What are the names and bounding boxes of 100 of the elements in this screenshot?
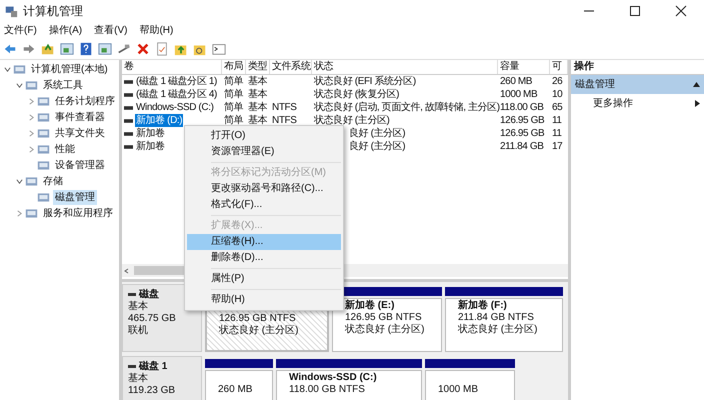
menu-item[interactable]: 文件(F): [4, 23, 37, 38]
menu-option[interactable]: 更改驱动器号和路径(C)...: [187, 181, 341, 197]
menu-option[interactable]: 资源管理器(E): [187, 144, 341, 160]
folder-icon: [25, 78, 38, 92]
disk-name: 磁盘 1: [139, 361, 168, 372]
panel-icon[interactable]: [98, 42, 112, 56]
table-cell: 良好 (主分区): [349, 127, 406, 140]
delete-icon[interactable]: [136, 42, 150, 56]
table-cell: 11: [552, 127, 562, 140]
chevron-down-icon[interactable]: [4, 66, 11, 72]
table-cell[interactable]: (磁盘 1 磁盘分区 1): [135, 75, 218, 88]
table-cell: 状态良好 (启动, 页面文件, 故障转储, 主分区): [314, 101, 500, 114]
panel-icon[interactable]: [60, 42, 74, 56]
tree-item[interactable]: 系统工具: [41, 78, 85, 92]
tree-item[interactable]: 共享文件夹: [53, 126, 107, 140]
chevron-down-icon[interactable]: [16, 178, 23, 184]
action-item[interactable]: 磁盘管理: [571, 75, 704, 94]
menu-option[interactable]: 打开(O): [187, 128, 341, 144]
partition-size: 118.00 GB NTFS: [289, 384, 366, 396]
folder-icon: [13, 62, 26, 76]
column-header[interactable]: 布局: [222, 60, 246, 74]
forward-arrow-icon[interactable]: [22, 42, 36, 56]
table-cell: 260 MB: [500, 75, 532, 88]
chevron-right-icon[interactable]: [16, 210, 23, 216]
table-cell: 简单: [224, 75, 244, 88]
menu-option[interactable]: 属性(P): [187, 271, 341, 287]
table-cell[interactable]: (磁盘 1 磁盘分区 4): [135, 88, 218, 101]
partition-name: 新加卷 (F:): [458, 300, 508, 312]
chevron-right-icon[interactable]: [28, 98, 35, 104]
folder-up-icon[interactable]: [41, 42, 55, 56]
table-cell: 10: [552, 88, 562, 101]
disk-size: 465.75 GB: [128, 313, 177, 324]
table-cell: 126.95 GB: [500, 114, 544, 127]
column-header[interactable]: 状态: [312, 60, 498, 74]
tree-item[interactable]: 事件查看器: [53, 110, 107, 124]
partition-box[interactable]: 新加卷 (E:) 126.95 GB NTFS 状态良好 (主分区): [332, 298, 442, 352]
column-header[interactable]: 卷: [122, 60, 222, 74]
chevron-right-icon[interactable]: [28, 146, 35, 152]
table-cell: 简单: [224, 88, 244, 101]
tree-item[interactable]: 服务和应用程序: [41, 206, 115, 220]
tree-item[interactable]: 任务计划程序: [53, 94, 117, 108]
console-icon[interactable]: [212, 42, 226, 56]
table-cell[interactable]: 新加卷: [135, 127, 166, 140]
column-header[interactable]: 可: [550, 60, 568, 74]
table-cell: NTFS: [272, 101, 297, 114]
table-cell: 状态良好 (主分区): [314, 114, 390, 127]
partition-box[interactable]: 新加卷 (F:) 211.84 GB NTFS 状态良好 (主分区): [445, 298, 563, 352]
menu-item[interactable]: 查看(V): [94, 23, 128, 38]
folder-icon: [37, 126, 50, 140]
check-document-icon[interactable]: [155, 42, 169, 56]
chevron-right-icon[interactable]: [28, 114, 35, 120]
table-cell: 1000 MB: [500, 88, 538, 101]
partition-box[interactable]: 260 MB: [205, 370, 273, 400]
table-cell: 状态良好 (恢复分区): [314, 88, 400, 101]
table-cell: 26: [552, 75, 562, 88]
back-arrow-icon[interactable]: [3, 42, 17, 56]
table-cell[interactable]: 新加卷: [135, 140, 166, 153]
tree-item[interactable]: 磁盘管理: [53, 190, 97, 204]
disk-name: 磁盘: [139, 289, 159, 300]
partition-name: 新加卷 (E:): [345, 300, 396, 312]
column-header[interactable]: 类型: [246, 60, 270, 74]
menu-option[interactable]: 格式化(F)...: [187, 197, 341, 213]
table-cell: 11: [552, 114, 562, 127]
partition-box[interactable]: 1000 MB: [425, 370, 515, 400]
chevron-down-icon[interactable]: [16, 82, 23, 88]
menu-item[interactable]: 帮助(H): [139, 23, 174, 38]
folder-icon: [37, 158, 50, 172]
partition-status: 状态良好 (主分区): [219, 325, 300, 337]
menu-option[interactable]: 压缩卷(H)...: [187, 234, 341, 250]
partition-box[interactable]: Windows-SSD (C:) 118.00 GB NTFS: [276, 370, 422, 400]
partition-status: 状态良好 (主分区): [345, 324, 426, 336]
table-cell: 211.84 GB: [500, 140, 544, 153]
folder-icon: [37, 110, 50, 124]
column-header[interactable]: 容量: [498, 60, 550, 74]
tree-item[interactable]: 设备管理器: [53, 158, 107, 172]
disk-size: 119.23 GB: [128, 385, 176, 397]
table-cell: 基本: [248, 75, 268, 88]
tree-item[interactable]: 计算机管理(本地): [29, 62, 110, 76]
window-title: 计算机管理: [23, 3, 83, 20]
partition-name: Windows-SSD (C:): [289, 372, 378, 384]
tree-item[interactable]: 存储: [41, 174, 65, 188]
menu-item[interactable]: 操作(A): [48, 23, 82, 38]
folder-icon: [37, 94, 50, 108]
table-cell: 126.95 GB: [500, 127, 544, 140]
collapse-icon: [693, 82, 700, 87]
menu-option[interactable]: 删除卷(D)...: [187, 250, 341, 266]
column-header[interactable]: 文件系统: [270, 60, 312, 74]
disk-state: 联机: [128, 325, 149, 337]
folder-icon: [25, 174, 38, 188]
table-cell[interactable]: Windows-SSD (C:): [135, 101, 214, 114]
table-cell: 简单: [224, 114, 244, 127]
action-item[interactable]: 更多操作: [571, 94, 704, 113]
help-icon[interactable]: [79, 42, 93, 56]
table-cell: NTFS: [272, 114, 297, 127]
table-cell: 118.00 GB: [500, 101, 544, 114]
partition-size: 126.95 GB NTFS: [345, 312, 423, 324]
partition-size: 211.84 GB NTFS: [458, 312, 535, 324]
chevron-right-icon[interactable]: [28, 130, 35, 136]
tree-item[interactable]: 性能: [53, 142, 77, 156]
table-cell[interactable]: 新加卷 (D:): [135, 114, 184, 127]
